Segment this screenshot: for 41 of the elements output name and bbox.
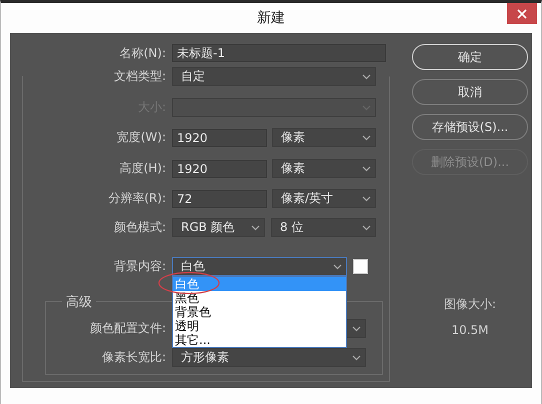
number-field[interactable]: 1920 [172, 128, 267, 146]
field-label: 高度(H): [118, 160, 167, 177]
field-label: 像素长宽比: [100, 349, 167, 366]
advanced-select[interactable]: 方形像素 [172, 348, 366, 367]
field-label: 颜色模式: [112, 219, 167, 236]
chevron-down-icon [251, 224, 260, 230]
chevron-down-icon [333, 264, 342, 270]
dialog-button[interactable]: 取消 [412, 79, 528, 105]
unit-select[interactable]: 像素 [272, 128, 376, 147]
document-type-select[interactable]: 自定 [172, 67, 376, 86]
group-title: 高级 [62, 293, 96, 311]
number-field[interactable]: 1920 [172, 160, 267, 178]
field-label: 分辨率(R): [107, 190, 167, 207]
color-swatch[interactable] [353, 259, 368, 274]
chevron-down-icon [362, 104, 371, 110]
field-label: 颜色配置文件: [88, 320, 167, 337]
image-size-value: 10.5M [451, 323, 489, 337]
bit-depth-select[interactable]: 8 位 [271, 218, 376, 237]
chevron-down-icon [362, 74, 371, 80]
number-field[interactable]: 72 [172, 190, 267, 208]
image-size-label: 图像大小: [444, 296, 496, 313]
chevron-down-icon [362, 166, 371, 172]
window-title: 新建 [257, 9, 285, 27]
dialog-button[interactable]: 存储预设(S)... [412, 114, 528, 140]
close-button[interactable] [507, 3, 537, 24]
color-mode-select[interactable]: RGB 颜色 [172, 218, 265, 237]
chevron-down-icon [362, 134, 371, 140]
size-select[interactable] [172, 98, 376, 117]
chevron-down-icon [352, 326, 361, 332]
field-label: 宽度(W): [116, 129, 167, 146]
background-select[interactable]: 白色 [172, 257, 347, 276]
name-field[interactable]: 未标题-1 [172, 44, 386, 62]
field-label: 名称(N): [118, 44, 167, 62]
unit-select[interactable]: 像素 [272, 159, 376, 178]
dialog-button[interactable]: 确定 [412, 44, 528, 70]
chevron-down-icon [352, 354, 361, 360]
unit-select[interactable]: 像素/英寸 [272, 189, 376, 208]
field-label: 背景内容: [112, 258, 167, 275]
chevron-down-icon [362, 224, 371, 230]
close-icon [517, 8, 527, 18]
chevron-down-icon [362, 196, 371, 202]
